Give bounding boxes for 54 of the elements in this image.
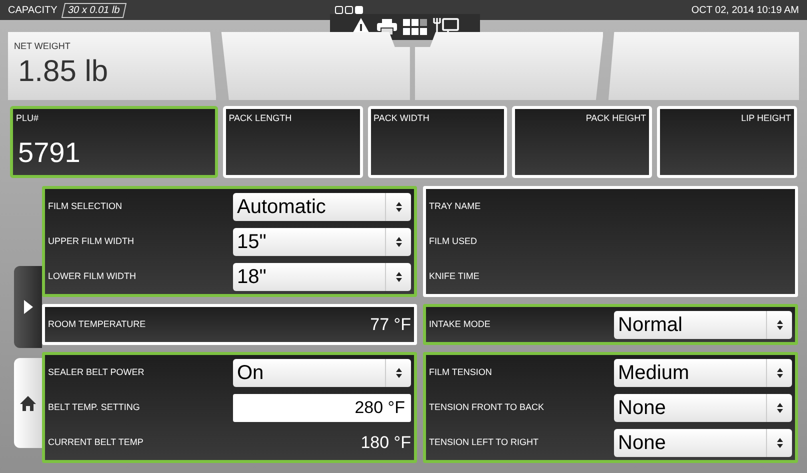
setting-label: INTAKE MODE — [429, 318, 490, 331]
up-down-arrows-icon — [776, 402, 782, 412]
setting-label: FILM TENSION — [429, 366, 492, 379]
net-weight-value: 1.85 lb — [17, 54, 110, 90]
card-label: NET WEIGHT — [14, 40, 72, 53]
setting-label: CURRENT BELT TEMP — [48, 436, 144, 449]
dropdown[interactable]: Normal — [614, 310, 792, 338]
tile-label: PACK WIDTH — [374, 112, 430, 125]
dropdown[interactable]: On — [233, 358, 411, 386]
dropdown[interactable]: None — [614, 428, 792, 456]
dropdown[interactable]: 15" — [233, 228, 411, 256]
up-down-arrows-icon — [396, 236, 402, 246]
data-tile[interactable]: PACK WIDTH — [368, 106, 508, 178]
up-down-arrows-icon — [396, 368, 402, 378]
setting-label: ROOM TEMPERATURE — [48, 318, 146, 331]
date-time: OCT 02, 2014 10:19 AM — [691, 4, 799, 18]
setting-label: KNIFE TIME — [429, 270, 480, 283]
home-tab[interactable] — [14, 358, 42, 448]
up-down-arrows-icon — [396, 202, 402, 212]
dropdown[interactable]: None — [614, 394, 792, 422]
expand-tab[interactable] — [14, 266, 42, 348]
grid-icon[interactable] — [403, 19, 427, 35]
home-icon — [20, 396, 36, 410]
setting-label: FILM SELECTION — [48, 200, 122, 213]
reading-value: 77 °F — [370, 314, 411, 336]
setting-label: LOWER FILM WIDTH — [48, 270, 136, 283]
dropdown[interactable]: 18" — [233, 262, 411, 290]
up-down-arrows-icon — [776, 438, 782, 448]
setting-label: SEALER BELT POWER — [48, 366, 144, 379]
setting-label: TENSION LEFT TO RIGHT — [429, 436, 539, 449]
capacity-value: 30 x 0.01 lb — [62, 2, 127, 18]
data-tile[interactable]: PLU# 5791 — [10, 106, 218, 178]
up-down-arrows-icon — [776, 368, 782, 378]
data-tile[interactable]: PACK HEIGHT — [512, 106, 652, 178]
data-tile[interactable]: PACK LENGTH — [222, 106, 363, 178]
tile-label: LIP HEIGHT — [740, 112, 791, 125]
data-tile[interactable]: LIP HEIGHT — [657, 106, 797, 178]
tile-label: PLU# — [16, 112, 40, 125]
setting-label: TENSION FRONT TO BACK — [429, 400, 544, 414]
up-down-arrows-icon — [396, 272, 402, 282]
setting-label: BELT TEMP. SETTING — [48, 400, 140, 414]
setting-label: TRAY NAME — [429, 200, 481, 213]
arrow-right-icon — [23, 300, 33, 314]
setting-label: UPPER FILM WIDTH — [48, 234, 134, 248]
capacity-label: CAPACITY — [8, 4, 58, 18]
dropdown[interactable]: Automatic — [233, 192, 411, 220]
tile-label: PACK LENGTH — [228, 112, 293, 125]
tile-value: 5791 — [17, 136, 82, 170]
dropdown[interactable]: Medium — [614, 358, 792, 386]
up-down-arrows-icon — [776, 320, 782, 330]
reading-value: 180 °F — [360, 432, 411, 454]
setting-label: FILM USED — [429, 234, 478, 248]
input-field[interactable]: 280 °F — [233, 394, 411, 422]
tile-label: PACK HEIGHT — [584, 112, 646, 125]
